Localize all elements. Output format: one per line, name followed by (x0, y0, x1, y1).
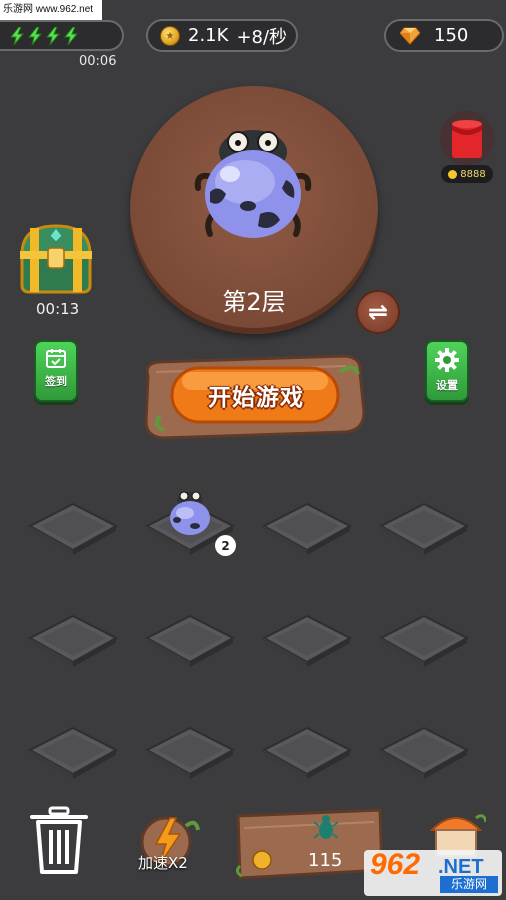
signin-button[interactable]: 签到 (34, 340, 78, 402)
red-packet-coins: 8888 (460, 168, 486, 180)
grid-slot[interactable] (261, 500, 353, 556)
tile-stone-icon (27, 614, 119, 667)
buy-price: 115 (308, 850, 343, 871)
gem-icon (400, 27, 420, 45)
tile-stone-icon (144, 726, 236, 779)
tile-stone-icon (378, 614, 470, 667)
stage-bug[interactable] (190, 122, 316, 240)
tile-stone-icon (378, 726, 470, 779)
treasure-chest-icon[interactable] (16, 222, 96, 296)
grid-slot[interactable] (27, 612, 119, 668)
coin-icon (160, 25, 180, 46)
speed-up-label: 加速X2 (138, 854, 188, 872)
grid-slot[interactable] (27, 500, 119, 556)
tile-stone-icon (27, 726, 119, 779)
grid-slot[interactable] (378, 724, 470, 780)
tile-stone-icon (261, 502, 353, 555)
trash-icon[interactable] (30, 806, 88, 876)
coin-counter: 2.1K +8/秒 (146, 19, 298, 52)
watermark-cn: 乐游网 (440, 876, 498, 893)
watermark-brand: 962 (370, 848, 421, 881)
settings-label: 设置 (436, 379, 458, 392)
swap-bug-button[interactable]: ⇌ (356, 290, 400, 334)
energy-timer: 00:06 (79, 54, 117, 69)
level-label: 第2层 (222, 288, 286, 316)
energy-bolt-icon (28, 26, 42, 45)
tile-stone-icon (27, 502, 119, 555)
grid-slot[interactable] (261, 612, 353, 668)
coin-amount: 2.1K (188, 25, 229, 46)
calendar-check-icon (46, 349, 66, 368)
gem-amount: 150 (434, 25, 469, 46)
start-game-label: 开始游戏 (208, 385, 304, 411)
red-packet-reward: 8888 (441, 165, 493, 183)
watermark-bottom: 962 .NET 乐游网 (364, 846, 504, 898)
settings-button[interactable]: 设置 (425, 340, 469, 402)
small-bug-icon (170, 491, 210, 535)
tile-stone-icon (378, 502, 470, 555)
grid-bug[interactable] (165, 488, 215, 542)
energy-bolt-icon (46, 26, 60, 45)
grid-slot[interactable] (378, 500, 470, 556)
energy-bolt-icon (10, 26, 24, 45)
signin-label: 签到 (45, 375, 67, 388)
grid-slot[interactable] (27, 724, 119, 780)
gem-counter: 150 (384, 19, 504, 52)
energy-bolt-icon (64, 26, 78, 45)
small-coin-icon (448, 169, 458, 179)
tile-stone-icon (261, 726, 353, 779)
grid-slot[interactable] (144, 612, 236, 668)
energy-bar (0, 20, 124, 51)
tile-stone-icon (144, 614, 236, 667)
grid-slot[interactable] (261, 724, 353, 780)
red-packet-icon[interactable] (438, 110, 496, 166)
buy-coin-icon (252, 850, 272, 870)
watermark-top: 乐游网 www.962.net (0, 0, 102, 20)
tile-stone-icon (261, 614, 353, 667)
gear-icon (435, 348, 459, 372)
coin-rate: +8/秒 (236, 26, 288, 48)
grid-slot[interactable] (378, 612, 470, 668)
chest-timer: 00:13 (36, 300, 80, 318)
grid-slot[interactable] (144, 724, 236, 780)
bug-level-badge: 2 (215, 535, 236, 556)
